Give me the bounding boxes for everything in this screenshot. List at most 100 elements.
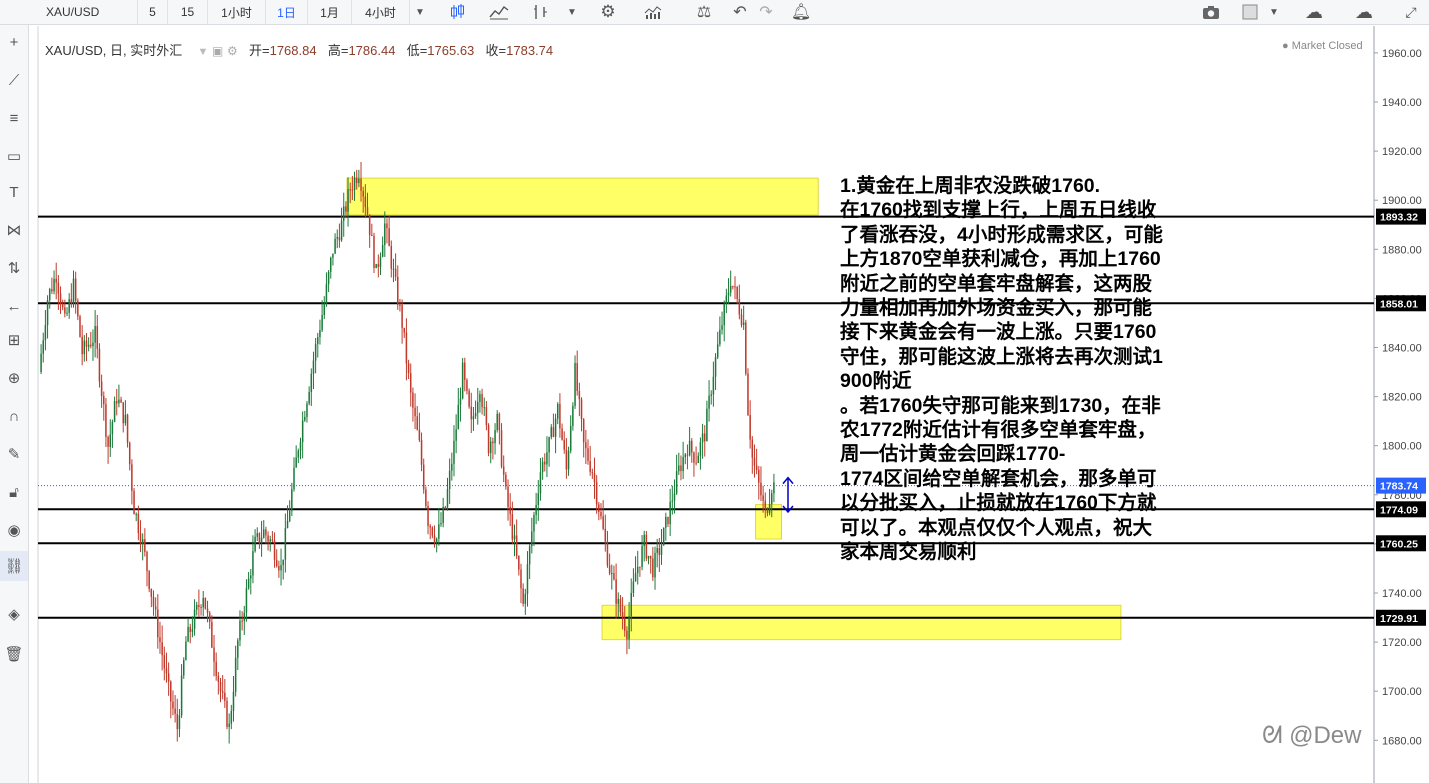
chart-legend: XAU/USD, 日, 实时外汇 ▼ ▣ ⚙ 开=1768.84 高=1786.…: [45, 40, 553, 59]
y-tick-label: 1720.00: [1382, 637, 1422, 649]
zone-rect: [346, 177, 819, 216]
candle-body: [600, 511, 602, 517]
candle-body: [345, 206, 347, 212]
candle-body: [211, 621, 213, 648]
candle-body: [68, 299, 70, 313]
candle-body: [533, 514, 535, 532]
candle-body: [172, 701, 174, 709]
candle-body: [208, 612, 211, 622]
low-label: 低=: [406, 43, 428, 58]
candle-body: [695, 462, 697, 464]
candle-body: [85, 340, 88, 347]
candle-body: [753, 457, 756, 466]
candle-body: [531, 531, 533, 547]
candle-body: [729, 285, 732, 293]
candle-body: [425, 489, 427, 506]
settings-small-icon[interactable]: ⚙: [227, 44, 238, 58]
candle-body: [725, 295, 728, 304]
candle-body: [771, 493, 773, 505]
candle-body: [122, 402, 124, 424]
candle-body: [304, 416, 306, 421]
candle-body: [429, 525, 431, 528]
candle-body: [53, 278, 55, 292]
candle-body: [200, 606, 202, 608]
candle-body: [593, 473, 596, 483]
candle-body: [477, 401, 479, 414]
candle-body: [183, 660, 185, 676]
candle-body: [422, 464, 425, 490]
candle-body: [161, 642, 163, 656]
candle-body: [710, 394, 712, 396]
candle-body: [567, 450, 570, 470]
high-label: 高=: [327, 43, 349, 58]
candle-body: [470, 406, 473, 420]
candle-body: [660, 545, 663, 555]
candle-body: [619, 598, 622, 613]
candle-body: [485, 407, 488, 426]
candle-body: [124, 414, 127, 424]
candle-body: [239, 620, 241, 641]
candle-body: [174, 708, 176, 714]
candle-body: [520, 569, 522, 589]
candle-body: [397, 276, 399, 305]
candle-body: [712, 376, 715, 395]
candle-body: [691, 440, 693, 453]
candle-body: [738, 299, 741, 315]
candle-body: [513, 535, 516, 540]
candle-body: [180, 675, 183, 716]
candle-body: [719, 329, 721, 345]
candle-body: [630, 593, 632, 617]
candle-body: [667, 516, 669, 525]
candle-body: [139, 533, 142, 545]
candle-body: [83, 340, 86, 355]
y-tick-label: 1700.00: [1382, 686, 1422, 698]
candle-body: [416, 416, 418, 430]
candle-body: [550, 427, 553, 438]
candle-body: [727, 292, 730, 296]
candle-body: [128, 442, 131, 465]
candle-body: [353, 177, 356, 191]
candle-body: [342, 206, 345, 221]
candle-body: [51, 289, 53, 292]
candle-body: [686, 454, 689, 456]
candle-body: [109, 434, 112, 447]
price-label-text: 1774.09: [1380, 504, 1418, 516]
candle-body: [347, 189, 349, 212]
candle-body: [587, 448, 589, 461]
candle-body: [585, 442, 587, 449]
candle-body: [684, 454, 687, 458]
candle-body: [444, 507, 447, 509]
candle-body: [269, 539, 271, 542]
y-tick-label: 1680.00: [1382, 735, 1422, 747]
zone-rect: [601, 604, 1122, 641]
candle-body: [656, 548, 658, 553]
candle-body: [278, 565, 280, 571]
candle-body: [552, 427, 555, 437]
candle-body: [336, 237, 338, 239]
candle-body: [141, 539, 144, 545]
candle-body: [747, 373, 749, 415]
candle-body: [773, 482, 775, 494]
hide-icon[interactable]: ▣: [212, 44, 223, 58]
candle-body: [544, 461, 546, 465]
candle-body: [165, 668, 168, 674]
caret-down-icon[interactable]: ▼: [198, 46, 209, 58]
candle-body: [219, 681, 222, 692]
candle-body: [582, 419, 585, 443]
price-label-text: 1729.91: [1380, 613, 1418, 625]
candle-body: [258, 533, 261, 543]
candle-body: [680, 465, 682, 472]
candle-body: [377, 264, 380, 267]
candle-body: [224, 692, 226, 701]
candle-body: [187, 626, 189, 642]
close-value: 1783.74: [506, 43, 554, 58]
candle-body: [745, 322, 747, 374]
candle-body: [198, 604, 200, 607]
high-value: 1786.44: [348, 43, 396, 58]
candle-body: [195, 604, 198, 610]
candle-body: [131, 464, 133, 491]
candle-body: [330, 257, 332, 272]
candle-body: [507, 486, 509, 507]
candle-body: [321, 315, 323, 331]
candle-body: [299, 442, 302, 451]
